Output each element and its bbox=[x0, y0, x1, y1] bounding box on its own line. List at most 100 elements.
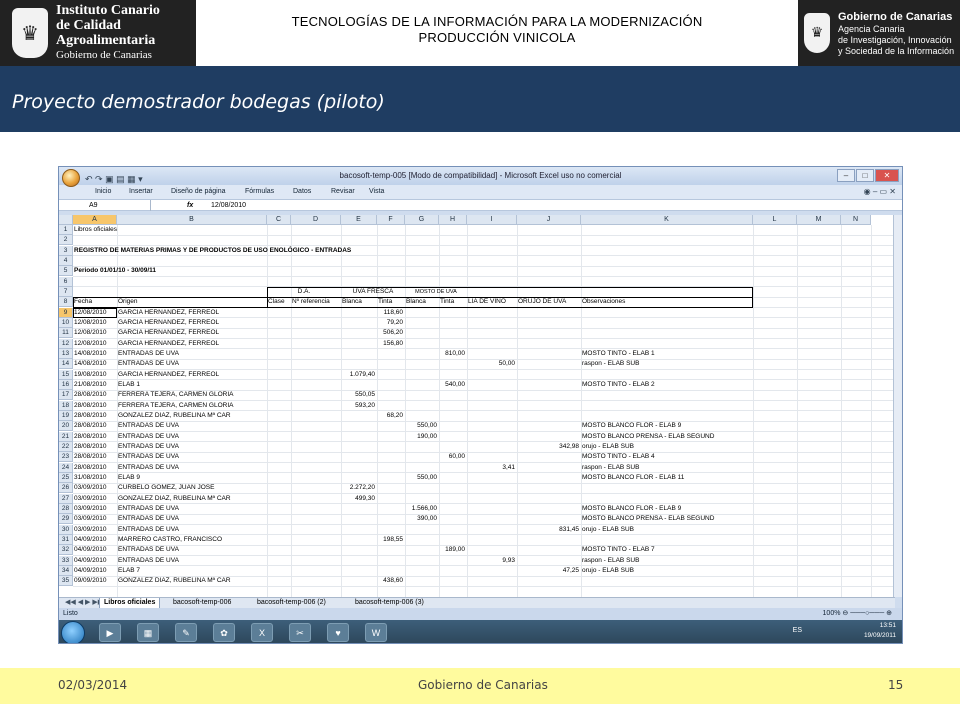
cell-value[interactable]: 342,98 bbox=[517, 442, 579, 452]
row-header[interactable]: 26 bbox=[59, 483, 73, 494]
cell-origen[interactable]: GONZALEZ DIAZ, RUBELINA Mª CAR bbox=[118, 576, 231, 586]
cell-observaciones[interactable]: orujo - ELAB SUB bbox=[582, 442, 634, 452]
cell-value[interactable]: 2.272,20 bbox=[341, 483, 375, 493]
cell-value[interactable]: 9,93 bbox=[467, 556, 515, 566]
cell-origen[interactable]: GARCIA HERNANDEZ, FERREOL bbox=[118, 308, 219, 318]
cell-value[interactable]: 390,00 bbox=[405, 514, 437, 524]
row-header[interactable]: 29 bbox=[59, 514, 73, 525]
tab-diseno[interactable]: Diseño de página bbox=[171, 185, 226, 199]
cell-fecha[interactable]: 31/08/2010 bbox=[74, 473, 107, 483]
column-header[interactable]: H bbox=[439, 215, 467, 225]
cell-observaciones[interactable]: orujo - ELAB SUB bbox=[582, 525, 634, 535]
cell-observaciones[interactable]: MOSTO TINTO - ELAB 1 bbox=[582, 349, 655, 359]
cell-value[interactable]: 550,00 bbox=[405, 473, 437, 483]
row-header[interactable]: 30 bbox=[59, 524, 73, 535]
column-header[interactable]: M bbox=[797, 215, 841, 225]
cell-origen[interactable]: ENTRADAS DE UVA bbox=[118, 556, 179, 566]
cell-origen[interactable]: ELAB 7 bbox=[118, 566, 140, 576]
row-header[interactable]: 18 bbox=[59, 400, 73, 411]
cell-fecha[interactable]: 03/09/2010 bbox=[74, 525, 107, 535]
cell-value[interactable]: 550,05 bbox=[341, 390, 375, 400]
cell-value[interactable]: 189,00 bbox=[439, 545, 465, 555]
office-button-icon[interactable] bbox=[62, 169, 80, 187]
row-header[interactable]: 14 bbox=[59, 359, 73, 370]
cell-origen[interactable]: ENTRADAS DE UVA bbox=[118, 514, 179, 524]
cell-fecha[interactable]: 14/08/2010 bbox=[74, 349, 107, 359]
start-button-icon[interactable] bbox=[61, 621, 85, 643]
tab-inicio[interactable]: Inicio bbox=[95, 185, 111, 199]
cell-origen[interactable]: ENTRADAS DE UVA bbox=[118, 349, 179, 359]
cell-observaciones[interactable]: MOSTO TINTO - ELAB 2 bbox=[582, 380, 655, 390]
cell-fecha[interactable]: 09/09/2010 bbox=[74, 576, 107, 586]
cell-origen[interactable]: GARCIA HERNANDEZ, FERREOL bbox=[118, 328, 219, 338]
sheet-tab-temp006[interactable]: bacosoft-temp-006 bbox=[169, 598, 235, 608]
cell-origen[interactable]: GARCIA HERNANDEZ, FERREOL bbox=[118, 318, 219, 328]
row-header[interactable]: 2 bbox=[59, 235, 73, 246]
cell-value[interactable]: 3,41 bbox=[467, 463, 515, 473]
row-header[interactable]: 7 bbox=[59, 286, 73, 297]
name-box[interactable]: A9 bbox=[59, 200, 151, 211]
cell-fecha[interactable]: 03/09/2010 bbox=[74, 483, 107, 493]
cell-value[interactable]: 60,00 bbox=[439, 452, 465, 462]
cell-origen[interactable]: ENTRADAS DE UVA bbox=[118, 432, 179, 442]
column-header[interactable]: L bbox=[753, 215, 797, 225]
row-header[interactable]: 12 bbox=[59, 338, 73, 349]
row-header[interactable]: 16 bbox=[59, 379, 73, 390]
row-header[interactable]: 1 bbox=[59, 225, 73, 235]
column-header[interactable]: I bbox=[467, 215, 517, 225]
cell-observaciones[interactable]: MOSTO BLANCO FLOR - ELAB 11 bbox=[582, 473, 684, 483]
row-header[interactable]: 24 bbox=[59, 462, 73, 473]
app-icon[interactable]: ♥ bbox=[327, 623, 349, 642]
cell-observaciones[interactable]: raspon - ELAB SUB bbox=[582, 359, 639, 369]
column-header[interactable]: N bbox=[841, 215, 871, 225]
cell-origen[interactable]: ENTRADAS DE UVA bbox=[118, 504, 179, 514]
cell-observaciones[interactable]: MOSTO BLANCO PRENSA - ELAB SEGUND bbox=[582, 514, 714, 524]
app-icon[interactable]: ✿ bbox=[213, 623, 235, 642]
media-player-icon[interactable]: ▶ bbox=[99, 623, 121, 642]
cell-origen[interactable]: ENTRADAS DE UVA bbox=[118, 463, 179, 473]
cell-fecha[interactable]: 03/09/2010 bbox=[74, 504, 107, 514]
cell-value[interactable]: 156,80 bbox=[377, 339, 403, 349]
cell-fecha[interactable]: 12/08/2010 bbox=[74, 328, 107, 338]
fx-icon[interactable]: fx bbox=[187, 200, 193, 211]
row-header[interactable]: 25 bbox=[59, 472, 73, 483]
cell-value[interactable]: 68,20 bbox=[377, 411, 403, 421]
spreadsheet-grid[interactable]: A B C D E F G H I J K L M N 1 2 3 4 5 6 7 8 9 10 11 12 13 14 15 16 17 1… bbox=[59, 215, 895, 597]
cell-origen[interactable]: ENTRADAS DE UVA bbox=[118, 545, 179, 555]
column-header[interactable]: D bbox=[291, 215, 341, 225]
row-header[interactable]: 15 bbox=[59, 369, 73, 380]
cell-value[interactable]: 47,25 bbox=[517, 566, 579, 576]
cell-value[interactable]: 540,00 bbox=[439, 380, 465, 390]
column-header[interactable]: G bbox=[405, 215, 439, 225]
cell-value[interactable]: 506,20 bbox=[377, 328, 403, 338]
sheet-tab-temp006-3[interactable]: bacosoft-temp-006 (3) bbox=[351, 598, 428, 608]
cell-origen[interactable]: ENTRADAS DE UVA bbox=[118, 442, 179, 452]
cell-value[interactable]: 438,60 bbox=[377, 576, 403, 586]
cell-value[interactable]: 550,00 bbox=[405, 421, 437, 431]
cell-value[interactable]: 118,60 bbox=[377, 308, 403, 318]
cell-fecha[interactable]: 28/08/2010 bbox=[74, 421, 107, 431]
cell-observaciones[interactable]: raspon - ELAB SUB bbox=[582, 463, 639, 473]
cell-value[interactable]: 190,00 bbox=[405, 432, 437, 442]
cell-fecha[interactable]: 19/08/2010 bbox=[74, 370, 107, 380]
cell-fecha[interactable]: 28/08/2010 bbox=[74, 442, 107, 452]
cell-fecha[interactable]: 04/09/2010 bbox=[74, 545, 107, 555]
cell-fecha[interactable]: 12/08/2010 bbox=[74, 339, 107, 349]
app-icon[interactable]: ✎ bbox=[175, 623, 197, 642]
close-icon[interactable]: ✕ bbox=[875, 169, 899, 182]
row-header[interactable]: 34 bbox=[59, 565, 73, 576]
column-header[interactable]: B bbox=[117, 215, 267, 225]
cell-fecha[interactable]: 28/08/2010 bbox=[74, 390, 107, 400]
row-header[interactable]: 9 bbox=[59, 307, 73, 318]
row-header[interactable]: 22 bbox=[59, 441, 73, 452]
row-header[interactable]: 13 bbox=[59, 348, 73, 359]
formula-input[interactable]: 12/08/2010 bbox=[211, 200, 246, 211]
cell-fecha[interactable]: 04/09/2010 bbox=[74, 566, 107, 576]
cell-fecha[interactable]: 12/08/2010 bbox=[74, 308, 107, 318]
column-header[interactable]: A bbox=[73, 215, 117, 225]
cell-value[interactable]: 1.566,00 bbox=[405, 504, 437, 514]
row-header[interactable]: 19 bbox=[59, 410, 73, 421]
row-header[interactable]: 10 bbox=[59, 317, 73, 328]
row-header[interactable]: 27 bbox=[59, 493, 73, 504]
cell-value[interactable]: 593,20 bbox=[341, 401, 375, 411]
